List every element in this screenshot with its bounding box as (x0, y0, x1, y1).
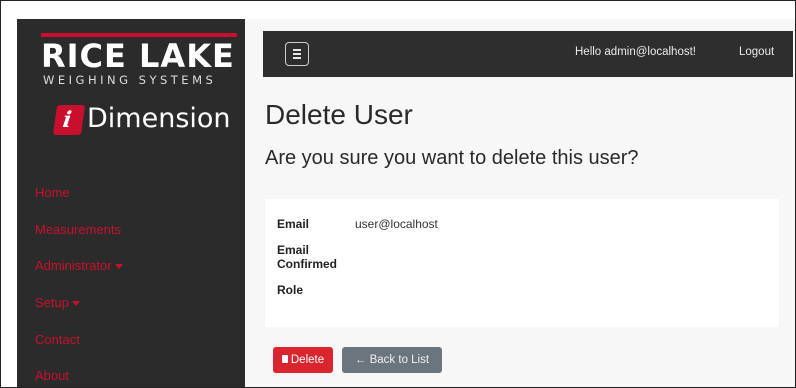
user-greeting[interactable]: Hello admin@localhost! (575, 46, 696, 58)
hamburger-icon[interactable] (285, 42, 309, 66)
page-title: Delete User (265, 99, 413, 130)
user-details-card: Email user@localhost Email Confirmed Role (265, 199, 779, 327)
caret-down-icon (71, 301, 80, 307)
app-window: RICE LAKE WEIGHING SYSTEMS i Dimension H… (17, 19, 795, 387)
main-content: Hello admin@localhost! Logout Delete Use… (245, 19, 795, 387)
sidebar-item-measurements[interactable]: Measurements (35, 222, 121, 237)
top-navbar: Hello admin@localhost! Logout (263, 31, 793, 77)
company-name: RICE LAKE (41, 37, 235, 75)
trash-icon (281, 354, 288, 363)
brand-logo: RICE LAKE WEIGHING SYSTEMS i Dimension (17, 19, 245, 171)
email-value: user@localhost (355, 217, 438, 231)
logout-link[interactable]: Logout (739, 46, 774, 58)
email-confirmed-label: Email Confirmed (277, 243, 337, 271)
role-label: Role (277, 283, 304, 297)
email-label: Email (277, 217, 310, 231)
sidebar-item-contact[interactable]: Contact (35, 332, 80, 347)
sidebar-item-home[interactable]: Home (35, 185, 70, 200)
dimension-logo-icon: i (52, 105, 86, 135)
product-name: Dimension (87, 103, 231, 134)
sidebar: RICE LAKE WEIGHING SYSTEMS i Dimension H… (17, 19, 245, 387)
back-to-list-button[interactable]: ← Back to List (342, 347, 442, 373)
company-tagline: WEIGHING SYSTEMS (43, 73, 217, 87)
delete-button[interactable]: Delete (273, 347, 333, 373)
browser-frame: RICE LAKE WEIGHING SYSTEMS i Dimension H… (0, 0, 796, 388)
caret-down-icon (114, 264, 123, 270)
sidebar-item-about[interactable]: About (35, 368, 69, 383)
sidebar-item-setup[interactable]: Setup (35, 295, 80, 310)
confirm-question: Are you sure you want to delete this use… (265, 147, 639, 169)
sidebar-item-administrator[interactable]: Administrator (35, 258, 123, 273)
